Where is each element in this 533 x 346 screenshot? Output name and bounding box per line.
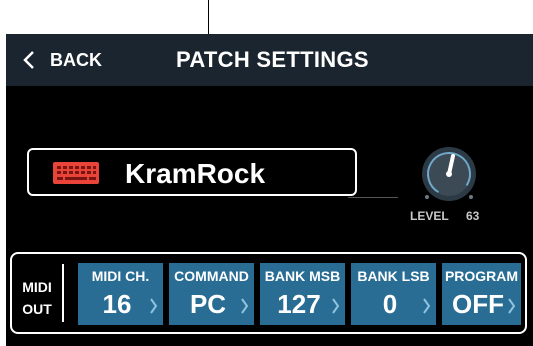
command-button[interactable]: COMMAND PC: [169, 263, 254, 325]
level-value: 63: [466, 209, 480, 223]
param-label: MIDI CH.: [91, 268, 150, 284]
chevron-right-icon: [423, 298, 431, 314]
device-screen: BACK PATCH SETTINGS KramRock LEVEL 63 MI…: [6, 34, 533, 346]
param-label: COMMAND: [174, 268, 249, 284]
param-label: BANK LSB: [357, 268, 430, 284]
patch-name-field[interactable]: KramRock: [27, 148, 357, 196]
param-value: 0: [382, 289, 398, 319]
program-button[interactable]: PROGRAM OFF: [442, 263, 521, 325]
param-label: PROGRAM: [444, 268, 519, 284]
param-value: 127: [277, 289, 321, 319]
keyboard-icon: [53, 162, 99, 184]
param-value: 16: [102, 289, 132, 319]
param-value: PC: [189, 289, 227, 319]
midi-out-line2: OUT: [22, 301, 52, 317]
midi-separator: [62, 264, 64, 322]
level-knob[interactable]: [420, 145, 478, 203]
param-value: OFF: [452, 289, 504, 319]
param-label: BANK MSB: [264, 268, 341, 284]
back-label: BACK: [50, 49, 102, 70]
chevron-left-icon: [23, 51, 34, 69]
chevron-right-icon: [150, 298, 158, 314]
back-button[interactable]: BACK: [22, 46, 102, 74]
chevron-right-icon: [241, 298, 249, 314]
chevron-right-icon: [508, 298, 516, 314]
midi-out-label: MIDI OUT: [18, 276, 56, 320]
midi-out-panel: MIDI OUT MIDI CH. 16 COMMAND PC BANK MSB…: [10, 252, 527, 334]
level-label: LEVEL: [410, 209, 449, 223]
patch-name: KramRock: [125, 158, 266, 189]
header-bar: BACK PATCH SETTINGS: [6, 34, 533, 86]
divider: [348, 197, 398, 198]
midi-out-line1: MIDI: [22, 279, 52, 295]
bank-msb-button[interactable]: BANK MSB 127: [260, 263, 345, 325]
bank-lsb-button[interactable]: BANK LSB 0: [351, 263, 436, 325]
midi-channel-button[interactable]: MIDI CH. 16: [78, 263, 163, 325]
page-title: PATCH SETTINGS: [176, 47, 369, 72]
chevron-right-icon: [332, 298, 340, 314]
